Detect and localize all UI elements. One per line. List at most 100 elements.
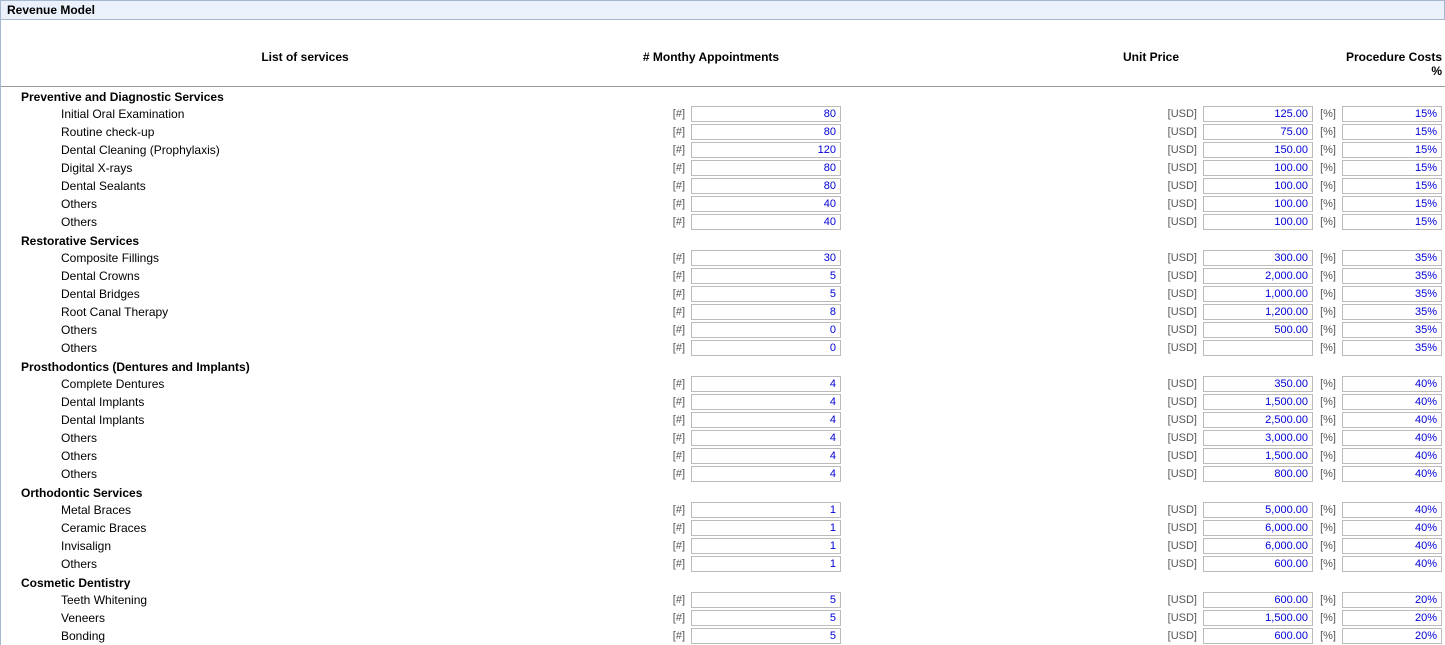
pct-input[interactable]: [1342, 322, 1442, 338]
usd-cell: [USD]: [961, 375, 1341, 393]
qty-input[interactable]: [691, 340, 841, 356]
qty-input[interactable]: [691, 304, 841, 320]
pct-input[interactable]: [1342, 340, 1442, 356]
pct-input[interactable]: [1342, 502, 1442, 518]
usd-input[interactable]: [1203, 214, 1313, 230]
usd-input[interactable]: [1203, 160, 1313, 176]
usd-unit-label: [USD]: [1159, 106, 1199, 122]
qty-input[interactable]: [691, 520, 841, 536]
pct-input[interactable]: [1342, 124, 1442, 140]
usd-input[interactable]: [1203, 448, 1313, 464]
pct-input[interactable]: [1342, 520, 1442, 536]
pct-input[interactable]: [1342, 268, 1442, 284]
pct-input[interactable]: [1342, 592, 1442, 608]
usd-unit-label: [USD]: [1159, 304, 1199, 320]
usd-input[interactable]: [1203, 502, 1313, 518]
usd-input[interactable]: [1203, 556, 1313, 572]
usd-unit-label: [USD]: [1159, 376, 1199, 392]
qty-input[interactable]: [691, 430, 841, 446]
pct-input[interactable]: [1342, 466, 1442, 482]
service-name: Composite Fillings: [29, 249, 581, 267]
usd-input[interactable]: [1203, 592, 1313, 608]
pct-cell: [%]: [1341, 105, 1445, 123]
pct-input[interactable]: [1342, 106, 1442, 122]
qty-input[interactable]: [691, 178, 841, 194]
pct-input[interactable]: [1342, 448, 1442, 464]
pct-input[interactable]: [1342, 142, 1442, 158]
qty-input[interactable]: [691, 124, 841, 140]
pct-input[interactable]: [1342, 430, 1442, 446]
qty-unit-label: [#]: [647, 286, 687, 302]
pct-input[interactable]: [1342, 412, 1442, 428]
qty-input[interactable]: [691, 502, 841, 518]
pct-cell: [%]: [1341, 303, 1445, 321]
usd-unit-label: [USD]: [1159, 412, 1199, 428]
pct-cell: [%]: [1341, 321, 1445, 339]
usd-input[interactable]: [1203, 376, 1313, 392]
usd-input[interactable]: [1203, 268, 1313, 284]
qty-input[interactable]: [691, 142, 841, 158]
qty-input[interactable]: [691, 160, 841, 176]
qty-input[interactable]: [691, 538, 841, 554]
pct-input[interactable]: [1342, 196, 1442, 212]
qty-input[interactable]: [691, 286, 841, 302]
pct-input[interactable]: [1342, 538, 1442, 554]
qty-unit-label: [#]: [647, 448, 687, 464]
usd-input[interactable]: [1203, 124, 1313, 140]
row-indent: [1, 195, 29, 213]
pct-input[interactable]: [1342, 556, 1442, 572]
qty-input[interactable]: [691, 448, 841, 464]
pct-input[interactable]: [1342, 250, 1442, 266]
usd-input[interactable]: [1203, 178, 1313, 194]
qty-input[interactable]: [691, 322, 841, 338]
usd-input[interactable]: [1203, 286, 1313, 302]
qty-cell: [#]: [581, 105, 961, 123]
usd-input[interactable]: [1203, 340, 1313, 356]
pct-input[interactable]: [1342, 394, 1442, 410]
qty-input[interactable]: [691, 556, 841, 572]
pct-input[interactable]: [1342, 178, 1442, 194]
usd-input[interactable]: [1203, 466, 1313, 482]
pct-input[interactable]: [1342, 304, 1442, 320]
pct-input[interactable]: [1342, 628, 1442, 644]
usd-unit-label: [USD]: [1159, 628, 1199, 644]
qty-input[interactable]: [691, 250, 841, 266]
qty-input[interactable]: [691, 196, 841, 212]
usd-input[interactable]: [1203, 142, 1313, 158]
usd-input[interactable]: [1203, 322, 1313, 338]
qty-input[interactable]: [691, 592, 841, 608]
usd-input[interactable]: [1203, 412, 1313, 428]
qty-input[interactable]: [691, 466, 841, 482]
qty-input[interactable]: [691, 214, 841, 230]
qty-input[interactable]: [691, 376, 841, 392]
pct-unit-label: [%]: [1320, 196, 1338, 212]
qty-input[interactable]: [691, 610, 841, 626]
usd-input[interactable]: [1203, 628, 1313, 644]
usd-input[interactable]: [1203, 106, 1313, 122]
usd-unit-label: [USD]: [1159, 340, 1199, 356]
usd-input[interactable]: [1203, 538, 1313, 554]
usd-input[interactable]: [1203, 610, 1313, 626]
pct-input[interactable]: [1342, 160, 1442, 176]
qty-input[interactable]: [691, 412, 841, 428]
pct-input[interactable]: [1342, 214, 1442, 230]
usd-input[interactable]: [1203, 196, 1313, 212]
qty-input[interactable]: [691, 394, 841, 410]
qty-unit-label: [#]: [647, 160, 687, 176]
usd-input[interactable]: [1203, 394, 1313, 410]
qty-input[interactable]: [691, 106, 841, 122]
category-header: Preventive and Diagnostic Services: [1, 87, 1445, 105]
qty-input[interactable]: [691, 628, 841, 644]
pct-unit-label: [%]: [1320, 538, 1338, 554]
usd-input[interactable]: [1203, 250, 1313, 266]
pct-input[interactable]: [1342, 376, 1442, 392]
usd-input[interactable]: [1203, 430, 1313, 446]
pct-input[interactable]: [1342, 610, 1442, 626]
pct-cell: [%]: [1341, 339, 1445, 357]
usd-input[interactable]: [1203, 304, 1313, 320]
usd-input[interactable]: [1203, 520, 1313, 536]
pct-input[interactable]: [1342, 286, 1442, 302]
pct-cell: [%]: [1341, 393, 1445, 411]
usd-unit-label: [USD]: [1159, 196, 1199, 212]
qty-input[interactable]: [691, 268, 841, 284]
